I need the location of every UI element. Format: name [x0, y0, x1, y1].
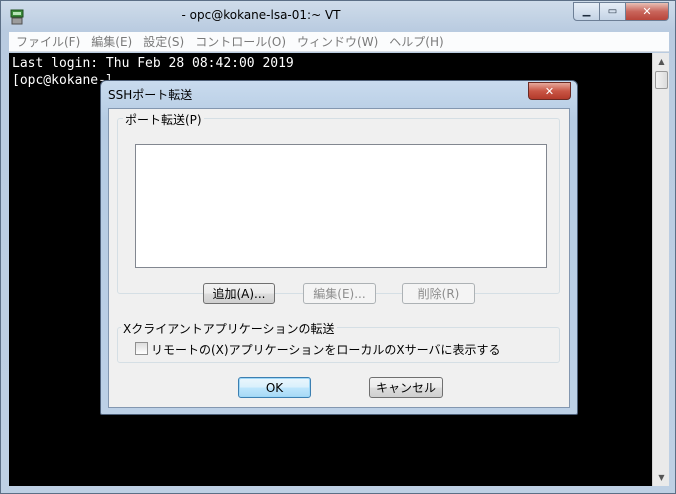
cancel-button[interactable]: キャンセル: [369, 377, 443, 398]
delete-button[interactable]: 削除(R): [402, 283, 475, 304]
menu-control[interactable]: コントロール(O): [190, 33, 292, 50]
dialog-title: SSHポート転送: [108, 88, 193, 102]
menu-edit[interactable]: 編集(E): [86, 33, 138, 50]
close-button[interactable]: ✕: [626, 2, 669, 21]
x-forwarding-label: Xクライアントアプリケーションの転送: [121, 320, 337, 337]
ssh-port-forwarding-dialog: SSHポート転送 ✕ ポート転送(P) 追加(A)... 編集(E)... 削除…: [100, 80, 578, 415]
close-icon: ✕: [544, 84, 555, 98]
menu-help[interactable]: ヘルプ(H): [384, 33, 449, 50]
maximize-button[interactable]: ▭: [600, 2, 626, 21]
dialog-body: ポート転送(P) 追加(A)... 編集(E)... 削除(R) Xクライアント…: [108, 108, 570, 408]
x-forwarding-checkbox[interactable]: [135, 342, 148, 355]
menu-bar: ファイル(F) 編集(E) 設定(S) コントロール(O) ウィンドウ(W) ヘ…: [9, 32, 669, 52]
scroll-down-icon[interactable]: ▼: [653, 469, 670, 486]
menu-file[interactable]: ファイル(F): [11, 33, 86, 50]
scroll-thumb[interactable]: [655, 71, 668, 89]
vertical-scrollbar[interactable]: ▲ ▼: [652, 53, 669, 486]
menu-setup[interactable]: 設定(S): [138, 33, 190, 50]
port-forwarding-list[interactable]: [135, 144, 547, 268]
dialog-close-button[interactable]: ✕: [528, 82, 571, 100]
maximize-icon: ▭: [607, 6, 618, 17]
add-button[interactable]: 追加(A)...: [203, 283, 275, 304]
port-forwarding-label: ポート転送(P): [123, 111, 204, 128]
edit-button[interactable]: 編集(E)...: [303, 283, 376, 304]
title-bar[interactable]: - opc@kokane-lsa-01:~ VT ▁ ▭ ✕: [1, 1, 675, 31]
close-icon: ✕: [642, 5, 652, 18]
minimize-button[interactable]: ▁: [573, 2, 600, 21]
terminal-line: Last login: Thu Feb 28 08:42:00 2019: [12, 56, 294, 71]
minimize-icon: ▁: [582, 6, 591, 17]
menu-window[interactable]: ウィンドウ(W): [292, 33, 384, 50]
ok-button[interactable]: OK: [238, 377, 311, 398]
x-forwarding-checkbox-label[interactable]: リモートの(X)アプリケーションをローカルのXサーバに表示する: [151, 341, 500, 358]
scroll-up-icon[interactable]: ▲: [653, 53, 670, 70]
window-title: - opc@kokane-lsa-01:~ VT: [181, 8, 341, 22]
